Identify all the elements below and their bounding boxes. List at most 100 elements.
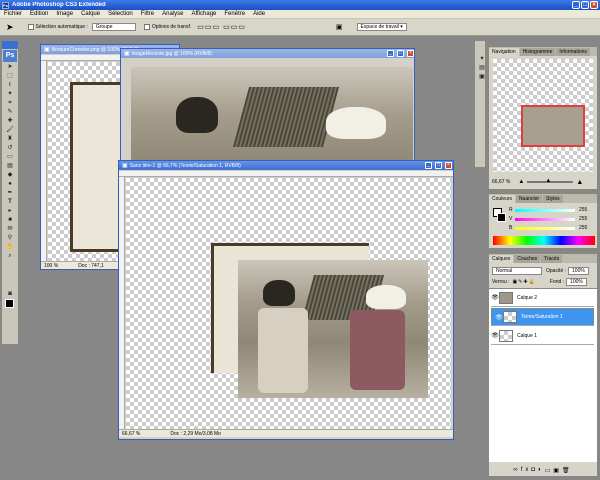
menu-image[interactable]: Image [52, 11, 77, 17]
red-slider[interactable] [515, 208, 575, 212]
layer-row-calque-2[interactable]: 👁 Calque 2 [491, 289, 594, 307]
blur-tool-icon[interactable]: ◆ [3, 171, 17, 179]
canvas[interactable] [126, 178, 451, 429]
move-tool-icon[interactable]: ➤ [6, 22, 14, 33]
menu-filtre[interactable]: Filtre [137, 11, 158, 17]
green-value[interactable]: 255 [579, 216, 587, 222]
crop-tool-icon[interactable]: ⌗ [3, 99, 17, 107]
transform-options-checkbox[interactable] [143, 24, 150, 30]
blend-mode-dropdown[interactable]: Normal [492, 266, 542, 275]
visibility-eye-icon[interactable]: 👁 [495, 314, 503, 321]
auto-select-dropdown[interactable]: Groupe [91, 23, 136, 31]
align-icons[interactable]: ▭▭▭ ▭▭▭ [197, 23, 246, 31]
document-title-bar[interactable]: ▣ ImageRecente.jpg @ 100% (RVB/8) _ □ × [121, 49, 414, 58]
visibility-eye-icon[interactable]: 👁 [491, 294, 499, 301]
auto-select-checkbox[interactable] [27, 24, 34, 30]
marquee-tool-icon[interactable]: ⬚ [3, 72, 17, 80]
notes-tool-icon[interactable]: ✉ [3, 225, 17, 233]
layer-row-calque-1[interactable]: 👁 Calque 1 [491, 327, 594, 345]
minimize-icon[interactable]: _ [572, 1, 580, 9]
new-layer-icon[interactable]: ▣ [553, 467, 562, 474]
menu-aide[interactable]: Aide [249, 11, 269, 17]
zoom-tool-icon[interactable]: ⌕ [3, 252, 17, 260]
tab-color[interactable]: Couleurs [489, 195, 516, 203]
hand-tool-icon[interactable]: ✋ [3, 243, 17, 251]
pen-tool-icon[interactable]: ✒ [3, 189, 17, 197]
delete-layer-icon[interactable]: 🗑 [562, 467, 573, 474]
close-icon[interactable]: × [407, 50, 414, 57]
menu-fenetre[interactable]: Fenêtre [220, 11, 249, 17]
zoom-level[interactable]: 66,67 % [122, 431, 140, 437]
path-selection-tool-icon[interactable]: ▸ [3, 207, 17, 215]
tab-channels[interactable]: Couches [514, 255, 541, 263]
close-icon[interactable]: × [445, 162, 452, 169]
layer-style-icon[interactable]: fx [521, 467, 532, 473]
healing-tool-icon[interactable]: ✚ [3, 117, 17, 125]
bridge-icon[interactable]: ▣ [336, 23, 343, 31]
brushes-panel-icon[interactable]: ✦ [475, 55, 489, 63]
navigator-view-box[interactable] [521, 105, 585, 147]
stamp-tool-icon[interactable]: ♜ [3, 135, 17, 143]
navigator-zoom-value[interactable]: 66,67 % [492, 179, 510, 185]
lock-icons[interactable]: ▣✎✚🔒 [513, 279, 536, 285]
tool-presets-icon[interactable]: ▤ [475, 64, 489, 72]
menu-affichage[interactable]: Affichage [187, 11, 220, 17]
tab-styles[interactable]: Styles [543, 195, 563, 203]
shape-tool-icon[interactable]: ■ [3, 216, 17, 224]
zoom-out-icon[interactable]: ▲ [518, 179, 524, 185]
eraser-tool-icon[interactable]: ▭ [3, 153, 17, 161]
visibility-eye-icon[interactable]: 👁 [491, 332, 499, 339]
layer-comps-icon[interactable]: ▣ [475, 73, 489, 81]
red-value[interactable]: 255 [579, 207, 587, 213]
lasso-tool-icon[interactable]: ℓ [3, 81, 17, 89]
zoom-in-icon[interactable]: ▲ [576, 179, 583, 186]
menu-fichier[interactable]: Fichier [0, 11, 26, 17]
fill-field[interactable]: 100% [566, 277, 587, 286]
zoom-level[interactable]: 100 % [44, 263, 58, 269]
move-tool-icon[interactable]: ➤ [3, 63, 17, 71]
layer-row-teinte-saturation[interactable]: 👁 Teinte/Saturation 1 [491, 308, 594, 326]
navigator-zoom-slider[interactable]: ▲ [527, 178, 574, 184]
menu-selection[interactable]: Sélection [104, 11, 137, 17]
adjustment-layer-icon[interactable]: ◐ [538, 467, 545, 473]
green-slider[interactable] [515, 217, 575, 221]
maximize-icon[interactable]: □ [435, 162, 442, 169]
eyedropper-tool-icon[interactable]: ⚲ [3, 234, 17, 242]
tab-histogram[interactable]: Histogramme [519, 48, 556, 56]
blue-value[interactable]: 255 [579, 225, 587, 231]
opacity-field[interactable]: 100% [568, 266, 589, 275]
foreground-color-swatch[interactable] [5, 299, 14, 308]
link-layers-icon[interactable]: ∞ [513, 467, 520, 473]
tab-layers[interactable]: Calques [489, 255, 514, 263]
menu-calque[interactable]: Calque [77, 11, 104, 17]
blue-slider[interactable] [515, 226, 575, 230]
new-group-icon[interactable]: ▭ [545, 467, 554, 474]
toolbox-header[interactable] [2, 41, 18, 49]
navigator-preview[interactable] [493, 59, 593, 172]
slice-tool-icon[interactable]: ✎ [3, 108, 17, 116]
menu-analyse[interactable]: Analyse [158, 11, 187, 17]
magic-wand-tool-icon[interactable]: ✦ [3, 90, 17, 98]
gradient-tool-icon[interactable]: ▤ [3, 162, 17, 170]
close-icon[interactable]: × [590, 1, 598, 9]
tab-paths[interactable]: Tracés [541, 255, 563, 263]
document-window-untitled: ▣ Sans titre-1 @ 66,7% (Teinte/Saturatio… [118, 160, 454, 440]
type-tool-icon[interactable]: T [3, 198, 17, 206]
workspace-dropdown[interactable]: Espace de travail ▾ [356, 23, 407, 31]
history-brush-tool-icon[interactable]: ↺ [3, 144, 17, 152]
color-spectrum-bar[interactable] [493, 236, 595, 245]
maximize-icon[interactable]: □ [397, 50, 404, 57]
tab-navigation[interactable]: Navigation [489, 48, 519, 56]
menu-edition[interactable]: Edition [26, 11, 52, 17]
background-color-swatch[interactable] [497, 213, 506, 222]
tab-swatches[interactable]: Nuancier [516, 195, 543, 203]
quick-mask-icon[interactable]: ◙ [3, 290, 17, 298]
tab-info[interactable]: Informations [556, 48, 590, 56]
add-mask-icon[interactable]: ◘ [531, 467, 538, 473]
document-title-bar[interactable]: ▣ Sans titre-1 @ 66,7% (Teinte/Saturatio… [119, 161, 453, 170]
dodge-tool-icon[interactable]: ● [3, 180, 17, 188]
minimize-icon[interactable]: _ [425, 162, 432, 169]
brush-tool-icon[interactable]: 🖌 [3, 126, 17, 134]
minimize-icon[interactable]: _ [387, 50, 394, 57]
maximize-icon[interactable]: □ [581, 1, 589, 9]
